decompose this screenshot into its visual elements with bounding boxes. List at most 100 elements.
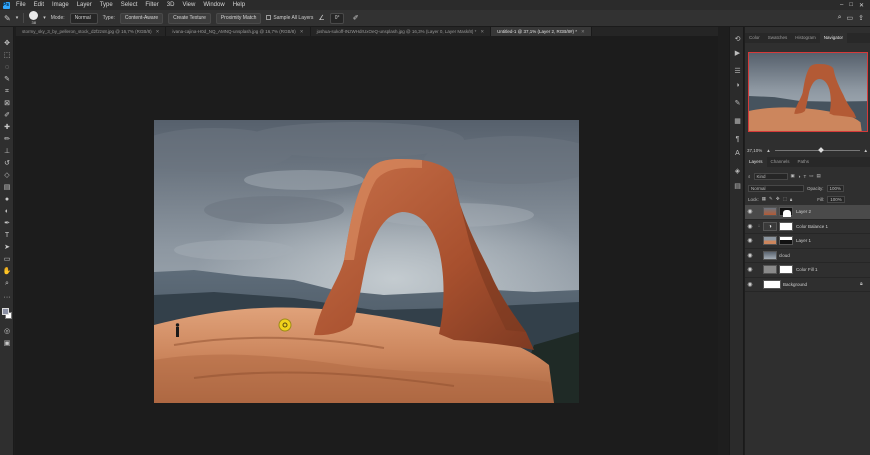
close-tab-icon[interactable]: ✕ (480, 27, 484, 36)
visibility-eye-icon[interactable]: ◉ (745, 237, 755, 244)
lock-paint-icon[interactable]: ✎ (769, 196, 773, 202)
lock-pixels-icon[interactable]: ▦ (762, 196, 766, 202)
filter-shape-icon[interactable]: ▭ (809, 173, 813, 179)
lock-icon[interactable]: 🔒︎ (860, 281, 870, 287)
layer-row-cloud[interactable]: ◉ cloud (745, 249, 870, 263)
color-swatches[interactable] (2, 308, 12, 320)
tab-channels[interactable]: Channels (767, 157, 794, 167)
path-select-tool-icon[interactable]: ➤ (2, 243, 12, 252)
tab-color[interactable]: Color (745, 33, 764, 43)
styles-icon[interactable]: ◈ (733, 167, 742, 176)
angle-input[interactable]: 0° (329, 12, 344, 24)
tab-joshua-sukoff[interactable]: joshua-sukoff-INzWHdrUxOeQ-unsplash.jpg … (311, 27, 492, 36)
blend-mode-select[interactable]: Normal (748, 184, 804, 192)
zoom-tool-icon[interactable]: ⌕ (2, 279, 12, 288)
menu-3d[interactable]: 3D (163, 0, 179, 10)
opacity-input[interactable]: 100% (826, 184, 845, 192)
tab-untitled-1[interactable]: Untitled-1 @ 37,1% (Layer 2, RGB/8#) * ✕ (491, 27, 592, 36)
brush-chevron-icon[interactable]: ▾ (43, 15, 46, 21)
layer-name[interactable]: Background (783, 282, 860, 287)
clone-stamp-tool-icon[interactable]: ⊥ (2, 147, 12, 156)
create-texture-button[interactable]: Create Texture (168, 12, 211, 24)
blur-tool-icon[interactable]: ● (2, 195, 12, 204)
visibility-eye-icon[interactable]: ◉ (745, 281, 755, 288)
properties-icon[interactable]: ☰ (733, 67, 742, 76)
canvas-area[interactable] (15, 36, 718, 455)
visibility-eye-icon[interactable]: ◉ (745, 223, 755, 230)
menu-view[interactable]: View (178, 0, 199, 10)
visibility-eye-icon[interactable]: ◉ (745, 208, 755, 215)
lock-artboard-icon[interactable]: ⬚ (783, 196, 787, 202)
menu-filter[interactable]: Filter (141, 0, 162, 10)
brush-tool-icon[interactable]: ✏ (2, 135, 12, 144)
adjustments-icon[interactable]: ◑ (733, 81, 742, 90)
layer-name[interactable]: cloud (779, 253, 870, 258)
zoom-value[interactable]: 37,10% (747, 148, 762, 153)
brush-picker[interactable]: 38 (29, 11, 39, 25)
tab-navigator[interactable]: Navigator (819, 33, 848, 43)
lasso-tool-icon[interactable]: ◌ (2, 63, 12, 72)
proximity-match-button[interactable]: Proximity Match (215, 12, 262, 24)
gradient-tool-icon[interactable]: ▤ (2, 183, 12, 192)
navigator-thumbnail[interactable] (748, 52, 868, 132)
layer-row-color-fill-1[interactable]: ◉ Color Fill 1 (745, 263, 870, 278)
menu-image[interactable]: Image (48, 0, 73, 10)
hand-tool-icon[interactable]: ✋ (2, 267, 12, 276)
search-icon[interactable]: ⌕ (838, 14, 842, 22)
tool-preset-chevron-icon[interactable]: ▾ (16, 15, 19, 21)
layer-mask-thumbnail[interactable] (779, 207, 793, 218)
history-brush-tool-icon[interactable]: ↺ (2, 159, 12, 168)
visibility-eye-icon[interactable]: ◉ (745, 266, 755, 273)
healing-brush-tool-icon[interactable]: ✚ (2, 123, 12, 132)
screen-mode-icon[interactable]: ▣ (2, 339, 12, 348)
crop-tool-icon[interactable]: ⌗ (2, 87, 12, 96)
actions-icon[interactable]: ▶ (733, 49, 742, 58)
quick-select-tool-icon[interactable]: ✎ (2, 75, 12, 84)
type-tool-icon[interactable]: T (2, 231, 12, 240)
lock-all-icon[interactable]: 🔒︎ (790, 197, 792, 202)
brushes-icon[interactable]: ✎ (733, 99, 742, 108)
close-tab-icon[interactable]: ✕ (156, 27, 160, 36)
layer-name[interactable]: Layer 1 (796, 238, 870, 243)
filter-pixel-icon[interactable]: ▣ (791, 173, 795, 179)
layer-name[interactable]: Layer 2 (796, 209, 870, 214)
lock-position-icon[interactable]: ✥ (776, 196, 780, 202)
more-tools-icon[interactable]: ··· (2, 293, 12, 302)
layer-row-color-balance-1[interactable]: ◉ ↓ ◑ Color Balance 1 (745, 220, 870, 234)
artboard-tool-icon[interactable]: ⬚ (2, 51, 12, 60)
tab-histogram[interactable]: Histogram (791, 33, 820, 43)
share-icon[interactable]: ⇪ (858, 14, 870, 22)
menu-select[interactable]: Select (117, 0, 142, 10)
eyedropper-tool-icon[interactable]: ✐ (2, 111, 12, 120)
tab-paths[interactable]: Paths (794, 157, 814, 167)
healing-brush-icon[interactable]: ✎ (4, 14, 11, 23)
paragraph-icon[interactable]: ¶ (733, 135, 742, 144)
pen-tool-icon[interactable]: ✒ (2, 219, 12, 228)
layer-name[interactable]: Color Balance 1 (796, 224, 870, 229)
rectangle-tool-icon[interactable]: ▭ (2, 255, 12, 264)
tab-swatches[interactable]: Swatches (764, 33, 792, 43)
zoom-in-icon[interactable]: ▲ (864, 148, 868, 153)
maximize-button[interactable]: □ (849, 2, 853, 9)
layer-mask-thumbnail[interactable] (779, 265, 793, 275)
layer-row-background[interactable]: ◉ Background 🔒︎ (745, 278, 870, 292)
quick-mask-icon[interactable]: ◎ (2, 327, 12, 336)
filter-kind-select[interactable]: Kind (753, 172, 788, 180)
content-aware-button[interactable]: Content-Aware (119, 12, 164, 24)
close-tab-icon[interactable]: ✕ (300, 27, 304, 36)
sample-all-layers-checkbox[interactable]: Sample All Layers (266, 15, 313, 21)
close-tab-icon[interactable]: ✕ (581, 27, 585, 36)
app-logo-icon[interactable]: Ps (0, 0, 12, 10)
mode-select[interactable]: Normal (69, 12, 98, 24)
visibility-eye-icon[interactable]: ◉ (745, 252, 755, 259)
layer-name[interactable]: Color Fill 1 (796, 267, 870, 272)
menu-help[interactable]: Help (229, 0, 249, 10)
layer-mask-thumbnail[interactable] (779, 221, 793, 231)
dodge-tool-icon[interactable]: ◐ (2, 207, 12, 216)
eraser-tool-icon[interactable]: ◇ (2, 171, 12, 180)
character-icon[interactable]: A (733, 149, 742, 158)
document-canvas[interactable] (154, 120, 579, 403)
layer-row-layer-2[interactable]: ◉ Layer 2 (745, 205, 870, 220)
menu-layer[interactable]: Layer (73, 0, 96, 10)
filter-adjust-icon[interactable]: ◑ (798, 174, 801, 179)
